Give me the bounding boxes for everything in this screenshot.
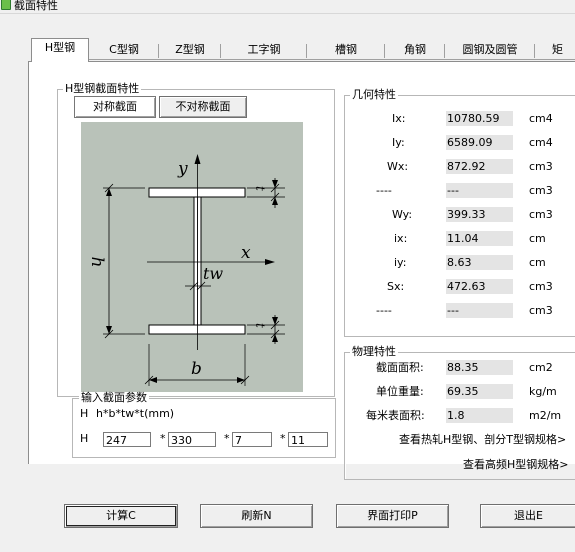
geometry-unit: cm4 (529, 112, 553, 125)
physical-unit: m2/m (529, 409, 562, 422)
diagram-background (81, 122, 303, 392)
sx-value: 472.63 (446, 279, 513, 294)
hot-rolled-spec-link[interactable]: 查看热轧H型钢、剖分T型钢规格> (399, 433, 566, 446)
symmetric-section-button[interactable]: 对称截面 (74, 96, 156, 118)
asymmetric-section-button[interactable]: 不对称截面 (159, 96, 247, 118)
geometry-unit: cm3 (529, 208, 553, 221)
physical-unit: kg/m (529, 385, 557, 398)
tab-separator (534, 44, 535, 58)
tab-separator (444, 44, 445, 58)
geometry-unit: cm3 (529, 160, 553, 173)
h-label: h (87, 257, 107, 268)
calculate-button[interactable]: 计算C (64, 504, 178, 528)
app-icon (1, 0, 11, 10)
h-input[interactable]: 247 (103, 432, 151, 447)
surface-value: 1.8 (446, 408, 513, 423)
t-top-label: t (253, 186, 267, 191)
tab-round-tube[interactable]: 圆钢及圆管 (446, 41, 534, 59)
geometry-unit: cm3 (529, 184, 553, 197)
geometry-label: Sx: (387, 280, 405, 293)
geometry-label: Ix: (392, 112, 406, 125)
t-bottom-label: t (253, 323, 267, 328)
weight-value: 69.35 (446, 384, 513, 399)
b-label: b (191, 359, 202, 379)
tab-separator (220, 44, 221, 58)
tab-separator (158, 44, 159, 58)
tab-separator (384, 44, 385, 58)
window-title: 截面特性 (14, 0, 58, 12)
exit-button[interactable]: 退出E (480, 504, 575, 528)
tab-h-steel[interactable]: H型钢 (31, 38, 89, 62)
geometry-unit: cm3 (529, 280, 553, 293)
b-input[interactable]: 330 (168, 432, 216, 447)
ix-value: 10780.59 (446, 111, 513, 126)
physical-label: 截面面积: (376, 361, 424, 374)
geometry-label: ---- (376, 304, 392, 317)
multiply-sign: * (280, 432, 286, 445)
geometry-label: iy: (394, 256, 407, 269)
geometry-label: ---- (376, 184, 392, 197)
geometry-unit: cm (529, 232, 546, 245)
multiply-sign: * (160, 432, 166, 445)
geometry-group-title: 几何特性 (350, 88, 398, 101)
tab-i-beam[interactable]: 工字钢 (222, 41, 306, 59)
placeholder-value: --- (446, 303, 513, 318)
tab-rect[interactable]: 矩 (552, 41, 575, 59)
print-button[interactable]: 界面打印P (336, 504, 449, 528)
geometry-unit: cm4 (529, 136, 553, 149)
geometry-unit: cm (529, 256, 546, 269)
tab-angle[interactable]: 角钢 (386, 41, 444, 59)
physical-label: 单位重量: (376, 385, 424, 398)
geometry-label: ix: (394, 232, 408, 245)
h-section-diagram: y x h tw b t t (81, 122, 303, 392)
geometry-label: Iy: (392, 136, 405, 149)
tw-label: tw (203, 264, 223, 283)
wx-value: 872.92 (446, 159, 513, 174)
tab-z-steel[interactable]: Z型钢 (160, 41, 220, 59)
tw-input[interactable]: 7 (232, 432, 272, 447)
area-value: 88.35 (446, 360, 513, 375)
high-frequency-spec-link[interactable]: 查看高频H型钢规格> (463, 458, 569, 471)
geometry-label: Wx: (387, 160, 409, 173)
y-axis-label: y (177, 159, 188, 179)
formula-label: h*b*tw*t(mm) (96, 407, 175, 420)
multiply-sign: * (224, 432, 230, 445)
t-input[interactable]: 11 (288, 432, 328, 447)
physical-unit: cm2 (529, 361, 553, 374)
iy-value: 6589.09 (446, 135, 513, 150)
formula-letter: H (80, 407, 89, 420)
wy-value: 399.33 (446, 207, 513, 222)
refresh-button[interactable]: 刷新N (200, 504, 313, 528)
geometry-unit: cm3 (529, 304, 553, 317)
tab-c-steel[interactable]: C型钢 (90, 41, 158, 59)
radius-ix-value: 11.04 (446, 231, 513, 246)
physical-label: 每米表面积: (366, 409, 425, 422)
placeholder-value: --- (446, 183, 513, 198)
radius-iy-value: 8.63 (446, 255, 513, 270)
geometry-label: Wy: (392, 208, 413, 221)
hsection-group-title: H型钢截面特性 (63, 82, 142, 95)
tab-baseline (88, 59, 575, 60)
x-axis-label: x (241, 243, 251, 263)
bottom-flange (148, 324, 246, 335)
tab-separator (306, 44, 307, 58)
input-group-title: 输入截面参数 (79, 391, 149, 404)
title-bar: 截面特性 (0, 0, 575, 14)
input-row-letter: H (80, 432, 89, 445)
tab-channel[interactable]: 槽钢 (308, 41, 384, 59)
physical-group-title: 物理特性 (350, 345, 398, 358)
top-flange (148, 187, 246, 198)
